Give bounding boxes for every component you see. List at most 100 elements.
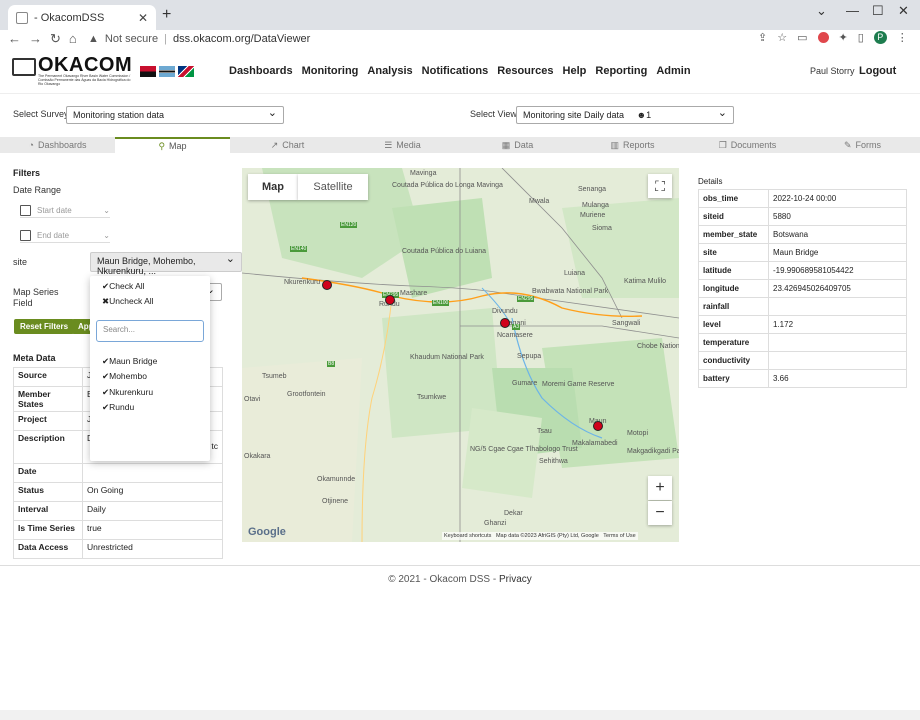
map-pin-icon: ⚲ <box>158 140 166 151</box>
minimize-icon[interactable]: — <box>846 3 859 18</box>
back-icon[interactable]: ← <box>8 31 29 46</box>
nav-dashboards[interactable]: Dashboards <box>229 65 293 77</box>
table-row: member_state Botswana <box>698 225 907 244</box>
table-icon: ▦ <box>501 139 511 150</box>
zoom-in-button[interactable]: + <box>648 476 672 500</box>
extension-icon[interactable]: ▭ <box>797 31 807 44</box>
details-table: obs_time 2022-10-24 00:00 siteid 5880 memb… <box>698 189 907 388</box>
satellite-type-button[interactable]: Satellite <box>298 174 368 200</box>
reload-icon[interactable]: ↻ <box>50 31 69 46</box>
puzzle-icon[interactable]: ✦ <box>839 31 848 44</box>
menu-icon[interactable]: ⋮ <box>897 31 908 44</box>
chart-icon: ↗ <box>270 139 279 150</box>
fullscreen-icon[interactable]: ⛶ <box>648 174 672 198</box>
map-place-label: Gumare <box>512 380 538 387</box>
start-date-field[interactable]: Start date ⌄ <box>20 204 110 218</box>
tab-reports[interactable]: ▥ Reports <box>575 137 690 153</box>
site-marker-maun-bridge[interactable] <box>593 421 603 431</box>
close-window-icon[interactable]: ✕ <box>898 3 909 19</box>
survey-select[interactable]: Monitoring station data <box>66 106 284 124</box>
chevron-down-icon[interactable]: ⌄ <box>816 3 827 19</box>
tab-chart[interactable]: ↗ Chart <box>230 137 345 153</box>
road-label: EN120 <box>340 222 358 228</box>
tab-dashboards[interactable]: ◔ Dashboards <box>0 137 115 153</box>
browser-tab-title: - OkacomDSS <box>34 11 105 24</box>
home-icon[interactable]: ⌂ <box>69 31 85 46</box>
road-label: B8 <box>327 361 336 367</box>
logo-subtitle: The Permanent Okavango River Basin Water… <box>38 74 131 86</box>
option-nkurenkuru[interactable]: ✔Nkurenkuru <box>102 387 153 398</box>
privacy-link[interactable]: Privacy <box>499 574 532 585</box>
extension-red-icon[interactable] <box>817 32 829 43</box>
site-label: site <box>13 257 28 267</box>
nav-reporting[interactable]: Reporting <box>595 65 647 77</box>
tab-map[interactable]: ⚲ Map <box>115 137 230 153</box>
star-icon[interactable]: ☆ <box>777 31 787 44</box>
angola-flag-icon <box>140 66 156 77</box>
nav-admin[interactable]: Admin <box>656 65 690 77</box>
check-all-option[interactable]: ✔Check All <box>102 281 145 292</box>
new-tab-icon[interactable]: + <box>162 6 171 24</box>
gauge-icon: ◔ <box>28 140 34 150</box>
nav-notifications[interactable]: Notifications <box>422 65 489 77</box>
site-marker-nkurenkuru[interactable] <box>322 280 332 290</box>
calendar-icon <box>20 230 31 241</box>
table-row: temperature <box>698 333 907 352</box>
forward-icon[interactable]: → <box>29 31 50 46</box>
nav-resources[interactable]: Resources <box>497 65 553 77</box>
option-mohembo[interactable]: ✔Mohembo <box>102 371 147 382</box>
sidebar-icon[interactable]: ▯ <box>858 31 864 44</box>
nav-monitoring[interactable]: Monitoring <box>302 65 359 77</box>
tab-forms[interactable]: ✎ Forms <box>805 137 920 153</box>
map-attribution[interactable]: Keyboard shortcuts Map data ©2023 AfriGI… <box>442 532 638 540</box>
uncheck-all-option[interactable]: ✖Uncheck All <box>102 296 154 307</box>
tab-documents[interactable]: ❐ Documents <box>690 137 805 153</box>
option-rundu[interactable]: ✔Rundu <box>102 402 134 413</box>
main-nav: Dashboards Monitoring Analysis Notificat… <box>229 65 691 77</box>
tab-media[interactable]: ☰ Media <box>345 137 460 153</box>
map-place-label: Luiana <box>564 270 586 277</box>
map-type-button[interactable]: Map <box>248 174 298 200</box>
road-label: EN140 <box>290 246 308 252</box>
map-place-label: Khaudum National Park <box>410 354 484 361</box>
zoom-out-button[interactable]: − <box>648 501 672 525</box>
close-tab-icon[interactable]: ✕ <box>138 11 148 25</box>
url-text: dss.okacom.org/DataViewer <box>172 33 311 45</box>
table-row: obs_time 2022-10-24 00:00 <box>698 189 907 208</box>
logout-link[interactable]: Logout <box>859 65 896 77</box>
share-icon[interactable]: ⇪ <box>758 31 767 44</box>
tab-data[interactable]: ▦ Data <box>460 137 575 153</box>
maximize-icon[interactable]: ☐ <box>872 3 884 19</box>
end-date-field[interactable]: End date ⌄ <box>20 229 110 243</box>
map-place-label: Muriene <box>580 212 606 219</box>
table-row: conductivity <box>698 351 907 370</box>
user-name[interactable]: Paul Storry <box>810 66 855 76</box>
nav-analysis[interactable]: Analysis <box>367 65 412 77</box>
site-search-input[interactable]: Search... <box>96 320 204 342</box>
map-place-label: Katima Mulilo <box>624 278 667 285</box>
profile-avatar[interactable]: P <box>873 31 887 44</box>
edit-icon: ✎ <box>843 139 852 150</box>
reset-filters-button[interactable]: Reset Filters <box>14 319 75 334</box>
namibia-flag-icon <box>178 66 194 77</box>
map-place-label: Sangwali <box>612 320 641 327</box>
map-place-label: Dekar <box>504 510 523 517</box>
select-survey-label: Select Survey: <box>13 109 72 119</box>
view-select[interactable]: Monitoring site Daily data ☻1 <box>516 106 734 124</box>
table-row: Interval Daily <box>13 501 223 521</box>
map-place-label: Sepupa <box>517 353 542 360</box>
site-marker-rundu[interactable] <box>385 295 395 305</box>
browser-tab[interactable]: - OkacomDSS ✕ <box>8 5 156 30</box>
url-field[interactable]: ▲ Not secure | dss.okacom.org/DataViewer <box>88 31 868 47</box>
map-place-label: Makalamabedi <box>572 440 618 447</box>
map-place-label: Mashare <box>400 290 428 297</box>
site-marker-mohembo[interactable] <box>500 318 510 328</box>
map-place-label: Sehithwa <box>539 458 568 465</box>
horizontal-scrollbar[interactable] <box>0 710 920 720</box>
table-row: Is Time Series true <box>13 520 223 540</box>
option-maun-bridge[interactable]: ✔Maun Bridge <box>102 356 157 367</box>
map-view[interactable]: Mavinga Coutada Pública do Longa Mavinga M… <box>242 168 679 542</box>
browser-toolbar: ⇪ ☆ ▭ ✦ ▯ P ⋮ <box>758 31 908 44</box>
nav-help[interactable]: Help <box>563 65 587 77</box>
site-multiselect[interactable]: Maun Bridge, Mohembo, Nkurenkuru, ... <box>90 252 242 276</box>
